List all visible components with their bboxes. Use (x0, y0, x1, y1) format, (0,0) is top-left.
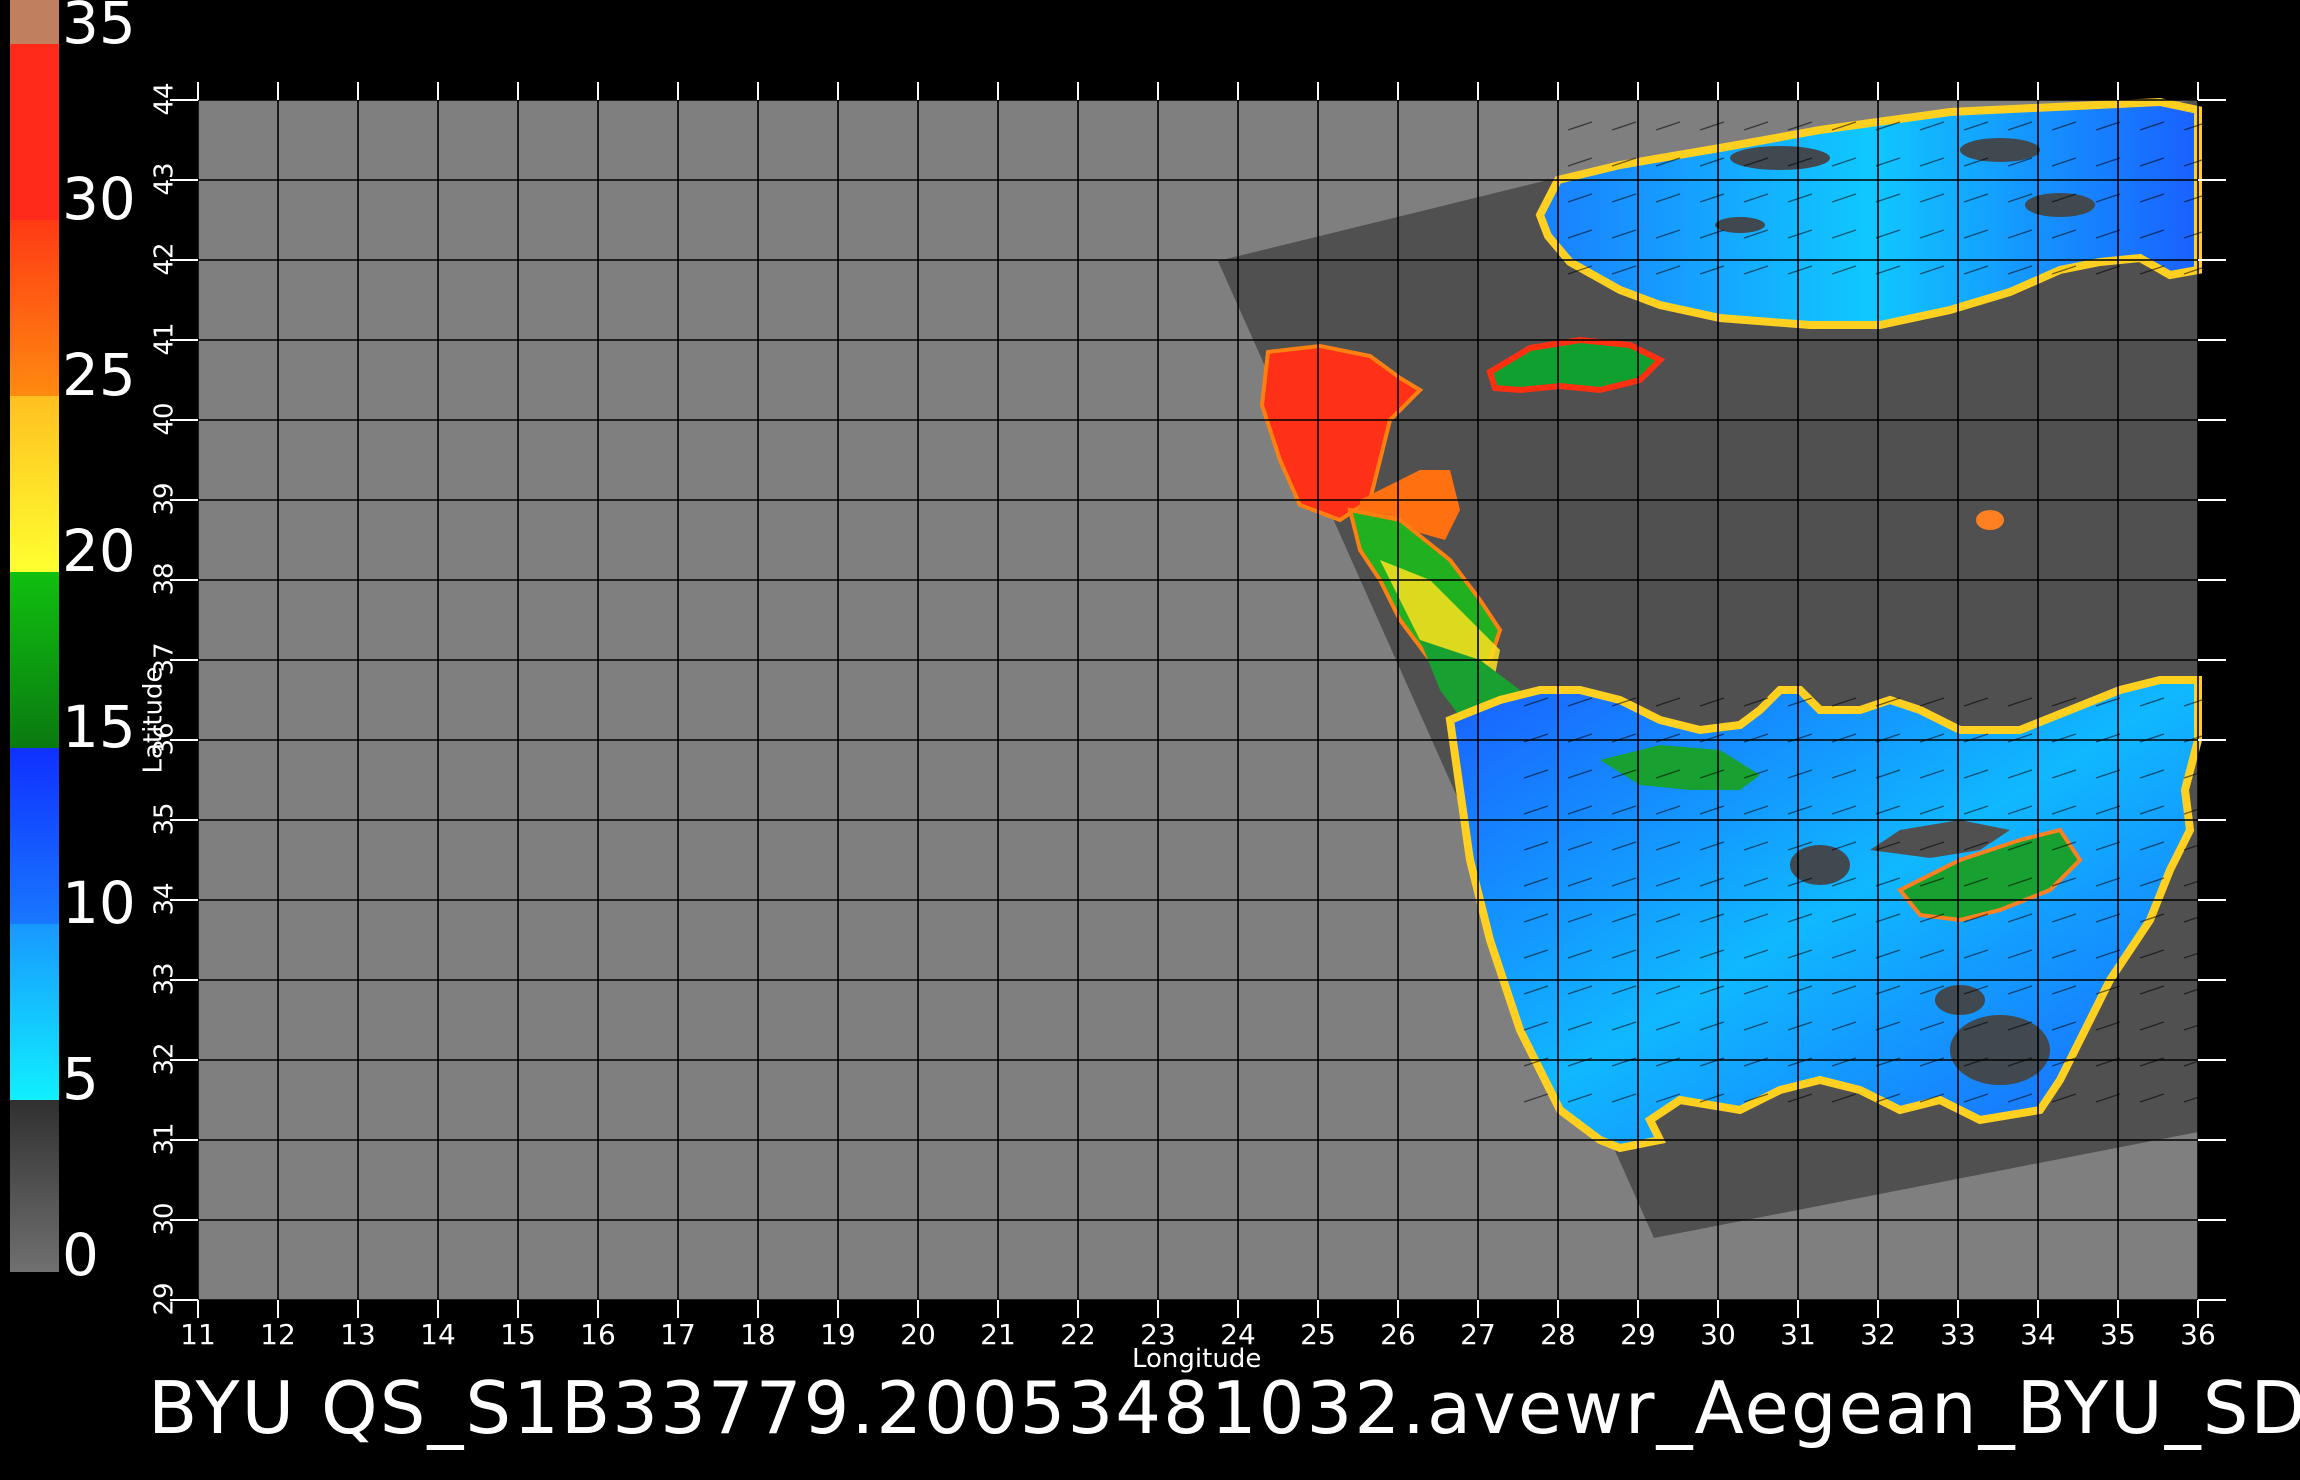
lat-tick-label: 32 (149, 1042, 180, 1076)
colorbar-band-30-35 (10, 44, 59, 220)
lat-tick-label: 29 (149, 1282, 180, 1316)
lat-tick-label: 38 (149, 562, 180, 596)
colorbar-label: 20 (62, 517, 136, 585)
colorbar-label: 15 (62, 693, 136, 761)
lon-tick-label: 18 (740, 1318, 776, 1351)
colorbar-label: 25 (62, 341, 136, 409)
lat-tick-label: 30 (149, 1202, 180, 1236)
lon-tick-label: 11 (180, 1318, 216, 1351)
lon-tick-label: 13 (340, 1318, 376, 1351)
lon-tick-label: 28 (1540, 1318, 1576, 1351)
lat-tick-label: 33 (149, 962, 180, 996)
colorbar-label: 35 (62, 0, 136, 57)
colorbar-label: 5 (62, 1045, 99, 1113)
lon-tick-label: 14 (420, 1318, 456, 1351)
lon-tick-label: 26 (1380, 1318, 1416, 1351)
wind-map (170, 82, 2226, 1318)
lon-tick-label: 34 (2020, 1318, 2056, 1351)
lon-tick-label: 30 (1700, 1318, 1736, 1351)
colorbar (10, 0, 59, 1272)
colorbar-band-0-5 (10, 1100, 59, 1272)
lat-tick-label: 40 (149, 402, 180, 436)
lon-tick-label: 21 (980, 1318, 1016, 1351)
lon-tick-label: 16 (580, 1318, 616, 1351)
lon-tick-label: 29 (1620, 1318, 1656, 1351)
lon-tick-label: 25 (1300, 1318, 1336, 1351)
lat-tick-label: 42 (149, 242, 180, 276)
lon-tick-label: 33 (1940, 1318, 1976, 1351)
lon-tick-label: 20 (900, 1318, 936, 1351)
colorbar-band-10-15 (10, 748, 59, 924)
lat-tick-label: 39 (149, 482, 180, 516)
colorbar-band-25-30 (10, 220, 59, 396)
lon-tick-label: 36 (2180, 1318, 2216, 1351)
lat-tick-label: 43 (149, 162, 180, 196)
colorbar-cap (10, 0, 59, 44)
colorbar-band-20-25 (10, 396, 59, 572)
lon-tick-label: 27 (1460, 1318, 1496, 1351)
product-title: BYU QS_S1B33779.20053481032.avewr_Aegean… (148, 1366, 2300, 1450)
lon-tick-label: 32 (1860, 1318, 1896, 1351)
colorbar-label: 0 (62, 1221, 99, 1289)
lat-tick-label: 35 (149, 802, 180, 836)
lon-tick-label: 15 (500, 1318, 536, 1351)
colorbar-band-5-10 (10, 924, 59, 1100)
lon-tick-label: 12 (260, 1318, 296, 1351)
y-axis-title: Latitude (138, 666, 169, 774)
lat-tick-label: 31 (149, 1122, 180, 1156)
lon-tick-label: 17 (660, 1318, 696, 1351)
lon-tick-label: 19 (820, 1318, 856, 1351)
colorbar-band-15-20 (10, 572, 59, 748)
lon-tick-label: 22 (1060, 1318, 1096, 1351)
lat-tick-label: 44 (149, 82, 180, 116)
island (1976, 510, 2004, 530)
lon-tick-label: 31 (1780, 1318, 1816, 1351)
colorbar-label: 10 (62, 869, 136, 937)
lat-tick-label: 34 (149, 882, 180, 916)
lat-tick-label: 41 (149, 322, 180, 356)
lon-tick-label: 35 (2100, 1318, 2136, 1351)
colorbar-label: 30 (62, 165, 136, 233)
